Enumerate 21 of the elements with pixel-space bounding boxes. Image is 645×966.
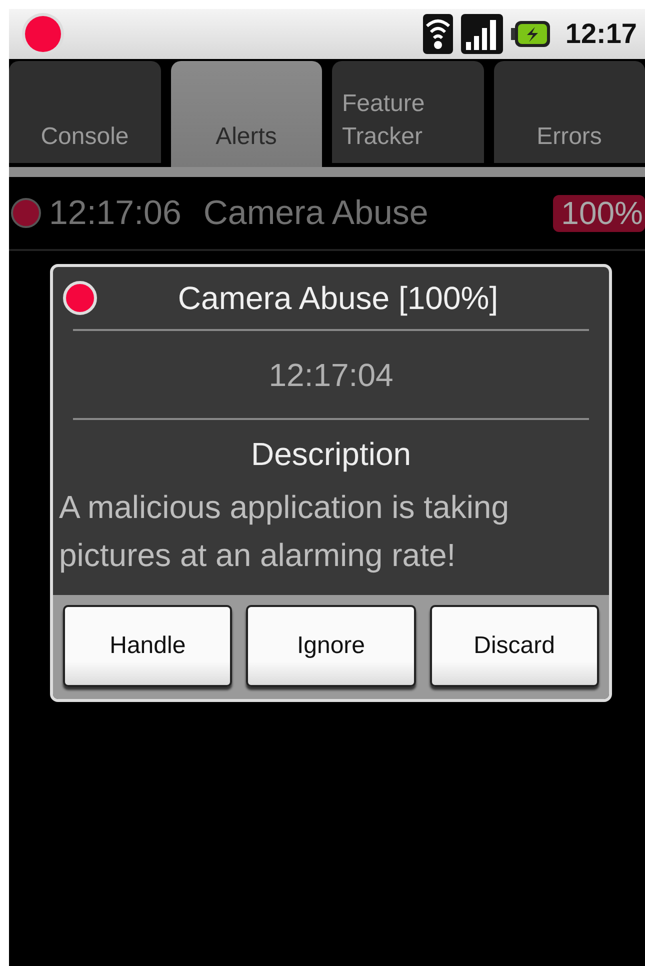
- status-time: 12:17: [565, 18, 637, 50]
- tab[interactable]: Feature Tracker: [332, 61, 484, 163]
- dialog-title: Camera Abuse [100%]: [176, 280, 500, 316]
- dialog-button[interactable]: Discard: [430, 605, 599, 687]
- dialog-button[interactable]: Handle: [63, 605, 232, 687]
- severity-dot: [63, 281, 97, 315]
- severity-dot: [11, 198, 41, 228]
- dialog-button[interactable]: Ignore: [246, 605, 416, 687]
- battery-charging-icon: [511, 19, 552, 49]
- dialog-time: 12:17:04: [268, 356, 394, 395]
- description-text: A malicious application is taking pictures at an alarming rate!: [58, 488, 510, 575]
- description-heading: Description: [250, 435, 412, 474]
- tab[interactable]: Errors: [494, 61, 645, 163]
- wifi-icon: [423, 14, 454, 54]
- tab[interactable]: Alerts: [170, 61, 322, 167]
- alert-title: Camera Abuse: [203, 194, 430, 232]
- alert-row[interactable]: 12:17:06 Camera Abuse 100%: [9, 177, 645, 251]
- severity-badge: 100%: [553, 194, 645, 232]
- alert-time: 12:17:06: [49, 194, 182, 232]
- signal-icon: [461, 14, 504, 54]
- tab[interactable]: Console: [9, 61, 160, 163]
